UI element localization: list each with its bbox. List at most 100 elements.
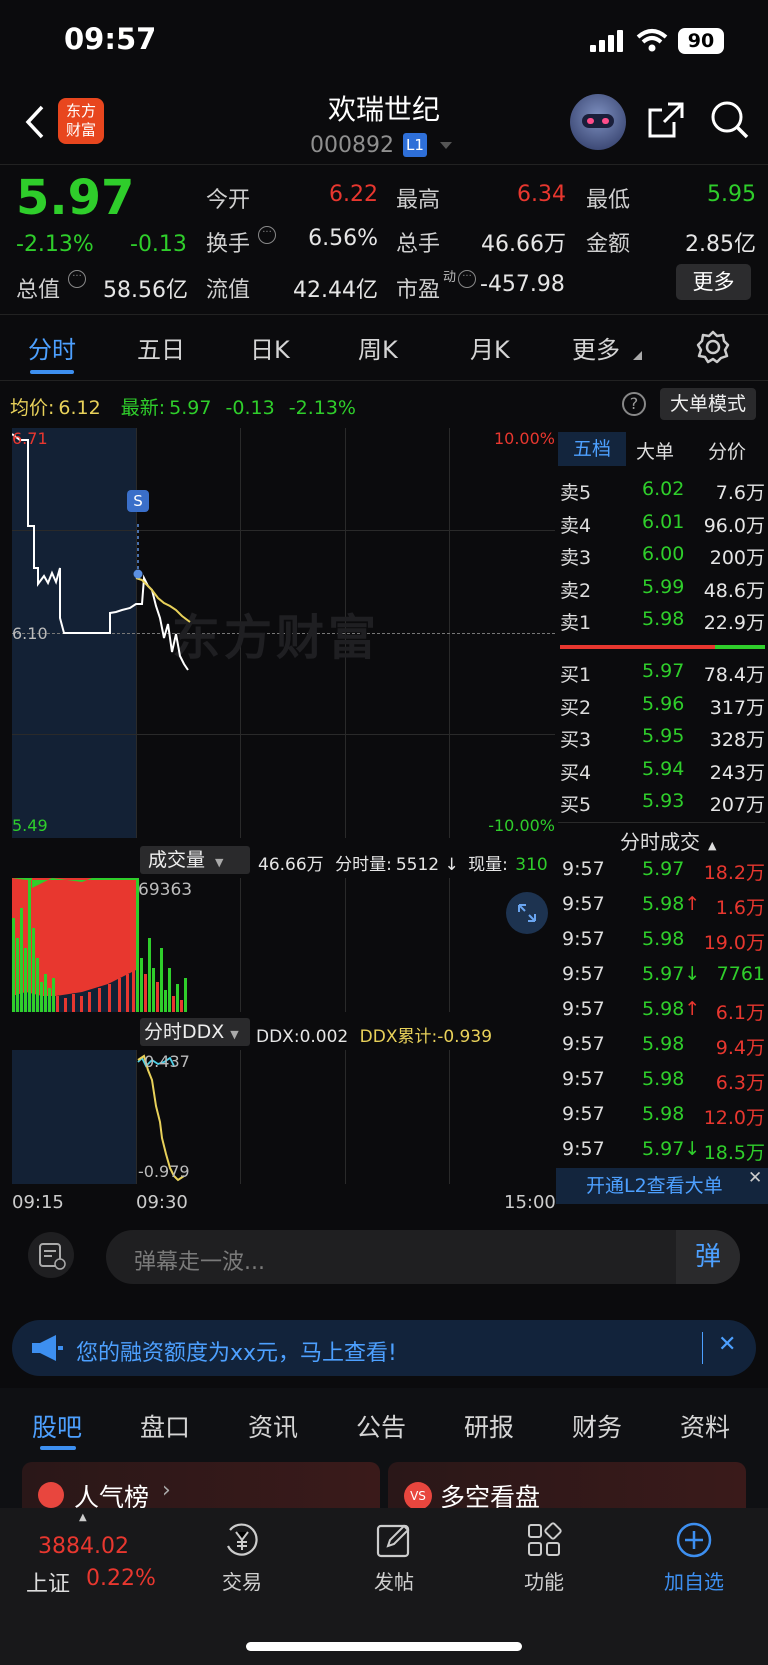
bid-label: 买3 (560, 729, 592, 751)
ask-label: 卖1 (560, 612, 592, 634)
volume-indicator-select[interactable]: 成交量 ▼ (140, 846, 250, 874)
trade-price: 5.98↑ (642, 893, 701, 915)
battery-level: 90 (678, 28, 724, 54)
ask-row[interactable]: 卖5 6.02 7.6万 (560, 478, 765, 508)
tab-five-day[interactable]: 五日 (137, 330, 185, 365)
ask-volume: 22.9万 (703, 612, 765, 634)
ask-row[interactable]: 卖2 5.99 48.6万 (560, 576, 765, 606)
ask-price: 6.02 (642, 478, 685, 500)
l2-banner-close-icon[interactable]: ✕ (748, 1168, 762, 1188)
trade-row[interactable]: 9:57 5.97 18.2万 (560, 858, 765, 888)
functions-grid-icon[interactable] (524, 1520, 564, 1560)
tab-monthly-k[interactable]: 月K (470, 330, 510, 365)
tab-daily-k[interactable]: 日K (250, 330, 290, 365)
tab-intraday[interactable]: 分时 (28, 330, 76, 365)
more-quote-button[interactable]: 更多 (676, 264, 751, 300)
trade-volume: 18.2万 (703, 862, 765, 884)
ask-row[interactable]: 卖4 6.01 96.0万 (560, 511, 765, 541)
high-value: 6.34 (517, 182, 566, 207)
trade-volume: 7761 (716, 963, 765, 985)
tab-weekly-k[interactable]: 周K (358, 330, 398, 365)
amount-label: 金额 (586, 232, 631, 257)
bid-price: 5.96 (642, 692, 685, 715)
tab-financials[interactable]: 财务 (572, 1408, 622, 1444)
search-icon[interactable] (710, 100, 750, 140)
ddx-indicator-select[interactable]: 分时DDX ▼ (140, 1018, 250, 1046)
l2-upgrade-banner[interactable]: 开通L2查看大单 (556, 1168, 768, 1204)
assistant-robot-icon[interactable] (570, 94, 626, 150)
status-time: 09:57 (64, 22, 157, 56)
volume-chart-area: 69363 (12, 878, 555, 1012)
trade-time: 9:57 (562, 893, 605, 915)
danmu-settings-icon[interactable] (28, 1232, 74, 1278)
index-name[interactable]: 上证 (26, 1566, 70, 1598)
mktcap-info-icon[interactable]: ··· (68, 270, 86, 288)
bid-row[interactable]: 买1 5.97 78.4万 (560, 660, 765, 690)
ask-volume: 7.6万 (715, 482, 765, 504)
pe-info-icon[interactable]: ··· (458, 270, 476, 288)
nav-post[interactable]: 发帖 (352, 1566, 436, 1595)
bid-label: 买2 (560, 696, 592, 719)
tab-forum[interactable]: 股吧 (32, 1408, 82, 1444)
help-question-icon[interactable]: ? (622, 392, 646, 416)
finance-banner-close-icon[interactable]: ✕ (718, 1332, 736, 1357)
open-label: 今开 (206, 188, 251, 213)
current-price: 5.97 (16, 170, 135, 226)
bid-row[interactable]: 买3 5.95 328万 (560, 725, 765, 755)
trade-row[interactable]: 9:57 5.98↑ 1.6万 (560, 893, 765, 923)
trade-volume: 1.6万 (715, 897, 765, 919)
trade-row[interactable]: 9:57 5.98 6.3万 (560, 1068, 765, 1098)
index-percent[interactable]: 0.22% (86, 1566, 156, 1591)
turnover-info-icon[interactable]: ··· (258, 226, 276, 244)
bid-row[interactable]: 买4 5.94 243万 (560, 758, 765, 788)
ask-row[interactable]: 卖1 5.98 22.9万 (560, 608, 765, 638)
code-dropdown-icon[interactable] (440, 142, 452, 150)
ask-volume: 48.6万 (703, 579, 765, 602)
trade-row[interactable]: 9:57 5.98↑ 6.1万 (560, 998, 765, 1028)
level-badge[interactable]: L1 (403, 133, 427, 157)
tab-order-book[interactable]: 盘口 (140, 1408, 190, 1444)
finance-banner[interactable]: 您的融资额度为xx元，马上查看! ✕ (12, 1320, 756, 1376)
nav-add-watchlist[interactable]: 加自选 (652, 1566, 736, 1595)
index-value[interactable]: 3884.02 (38, 1534, 129, 1559)
trade-row[interactable]: 9:57 5.98 12.0万 (560, 1103, 765, 1133)
book-tab-five-levels[interactable]: 五档 (558, 432, 626, 466)
nav-functions[interactable]: 功能 (502, 1566, 586, 1595)
pe-value: -457.98 (480, 272, 565, 297)
add-watchlist-icon[interactable] (674, 1520, 714, 1560)
ddx-chart-area: 0.437 -0.979 (12, 1050, 555, 1184)
trade-row[interactable]: 9:57 5.98 9.4万 (560, 1033, 765, 1063)
signal-marker-s[interactable]: S (127, 490, 149, 512)
danmu-input[interactable]: 弹幕走一波... 弹 (106, 1230, 740, 1284)
low-label: 最低 (586, 188, 631, 213)
tab-research[interactable]: 研报 (464, 1408, 514, 1444)
book-tab-big-orders[interactable]: 大单 (636, 437, 674, 464)
nav-trade[interactable]: 交易 (200, 1566, 284, 1595)
trade-volume: 6.1万 (715, 1002, 765, 1024)
bottom-price-label: 5.49 (12, 816, 48, 835)
trade-row[interactable]: 9:57 5.97↓ 18.5万 (560, 1138, 765, 1168)
tab-profile[interactable]: 资料 (680, 1408, 730, 1444)
tab-more-periods[interactable]: 更多 (572, 330, 620, 365)
bid-row[interactable]: 买2 5.96 317万 (560, 693, 765, 723)
settings-gear-icon[interactable] (696, 330, 730, 364)
trades-title[interactable]: 分时成交 ▲ (620, 826, 716, 855)
bid-label: 买4 (560, 761, 592, 784)
bid-row[interactable]: 买5 5.93 207万 (560, 790, 765, 820)
price-chart-area[interactable]: 东方财富 S 6.71 6.10 5.49 10.00% -10.00% (12, 428, 555, 838)
danmu-send-button[interactable]: 弹 (676, 1230, 740, 1284)
trade-row[interactable]: 9:57 5.97↓ 7761 (560, 963, 765, 993)
change-value: -0.13 (130, 232, 187, 257)
tab-news[interactable]: 资讯 (248, 1408, 298, 1444)
big-order-mode-button[interactable]: 大单模式 (660, 388, 756, 420)
share-icon[interactable] (646, 100, 686, 140)
ask-volume: 200万 (709, 547, 765, 569)
tab-announcements[interactable]: 公告 (356, 1408, 406, 1444)
book-tab-price-dist[interactable]: 分价 (708, 437, 746, 464)
ask-row[interactable]: 卖3 6.00 200万 (560, 543, 765, 573)
volume-max-label: 69363 (138, 880, 193, 900)
trade-row[interactable]: 9:57 5.98 19.0万 (560, 928, 765, 958)
trade-yen-icon[interactable] (222, 1520, 262, 1560)
expand-chart-icon[interactable] (506, 892, 548, 934)
post-edit-icon[interactable] (374, 1520, 414, 1560)
